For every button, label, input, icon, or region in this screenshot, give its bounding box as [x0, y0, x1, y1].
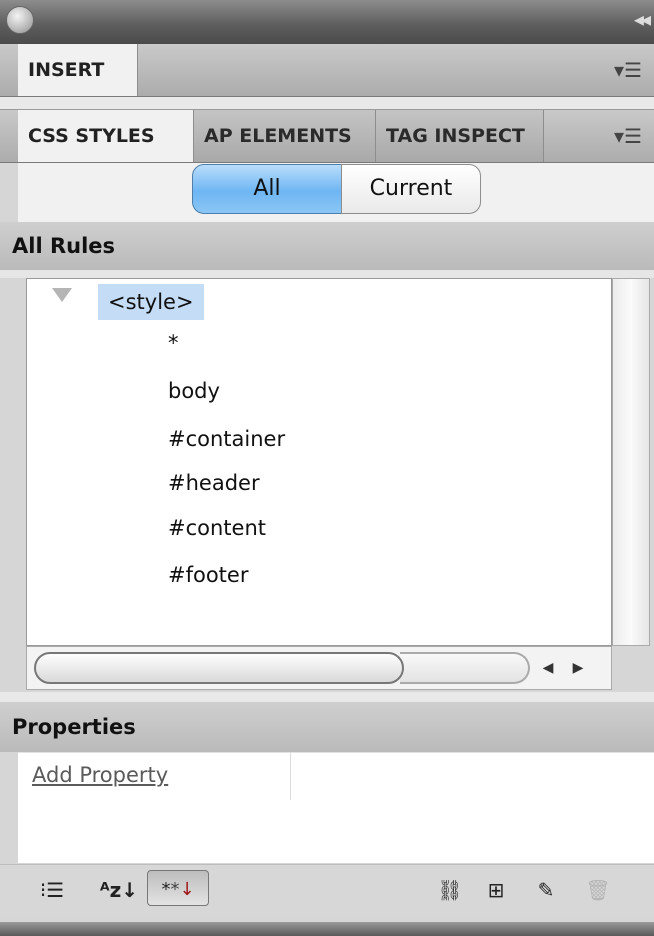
scroll-right-arrow-icon[interactable]: ▶ [564, 652, 592, 684]
section-gap [0, 692, 654, 702]
add-property-link[interactable]: Add Property [32, 760, 168, 790]
delete-rule-icon[interactable]: 🗑 [578, 872, 618, 908]
column-divider [290, 752, 291, 800]
properties-header: Properties [0, 702, 654, 752]
current-mode-button[interactable]: Current [341, 164, 481, 214]
rule-item[interactable]: #header [168, 468, 260, 498]
tab-css-styles[interactable]: CSS STYLES [18, 110, 194, 162]
disclosure-triangle-icon[interactable] [52, 288, 72, 302]
all-rules-header: All Rules [0, 222, 654, 270]
rule-item[interactable]: #content [168, 513, 266, 543]
attach-style-sheet-icon[interactable]: ⛓ [428, 872, 472, 908]
alpha-view-icon[interactable]: ᴬz↓ [92, 872, 146, 908]
rules-gap [0, 270, 654, 278]
panel-menu-icon[interactable]: ▾☰ [614, 44, 642, 96]
scroll-thumb[interactable] [34, 652, 404, 684]
tab-tag-inspector[interactable]: TAG INSPECT [376, 110, 544, 162]
show-set-properties-icon[interactable]: **↓ [148, 872, 208, 908]
rule-item[interactable]: body [168, 376, 220, 406]
close-dot-icon[interactable] [6, 6, 34, 34]
panel-titlebar [0, 0, 654, 45]
rule-item[interactable]: #footer [168, 560, 248, 590]
panel-separator [0, 97, 654, 110]
vertical-scrollbar[interactable] [612, 278, 650, 646]
properties-empty-area [18, 801, 654, 863]
category-view-icon[interactable]: ⁝☰ [32, 872, 72, 908]
tab-insert[interactable]: INSERT [18, 44, 138, 96]
rule-item[interactable]: #container [168, 424, 285, 454]
collapse-panels-icon[interactable]: ◂◂ [634, 7, 651, 31]
scroll-left-arrow-icon[interactable]: ◀ [534, 652, 562, 684]
rules-list[interactable] [26, 278, 612, 646]
rule-item[interactable]: * [168, 328, 179, 358]
scroll-track [400, 652, 530, 684]
all-mode-button[interactable]: All [192, 164, 342, 214]
tab-ap-elements[interactable]: AP ELEMENTS [194, 110, 376, 162]
new-css-rule-icon[interactable]: ⊞ [476, 872, 516, 908]
panel-menu-icon[interactable]: ▾☰ [614, 110, 642, 162]
edit-rule-icon[interactable]: ✎ [528, 872, 564, 908]
style-root-node[interactable]: <style> [98, 284, 204, 320]
bottom-panel-edge [0, 922, 654, 936]
